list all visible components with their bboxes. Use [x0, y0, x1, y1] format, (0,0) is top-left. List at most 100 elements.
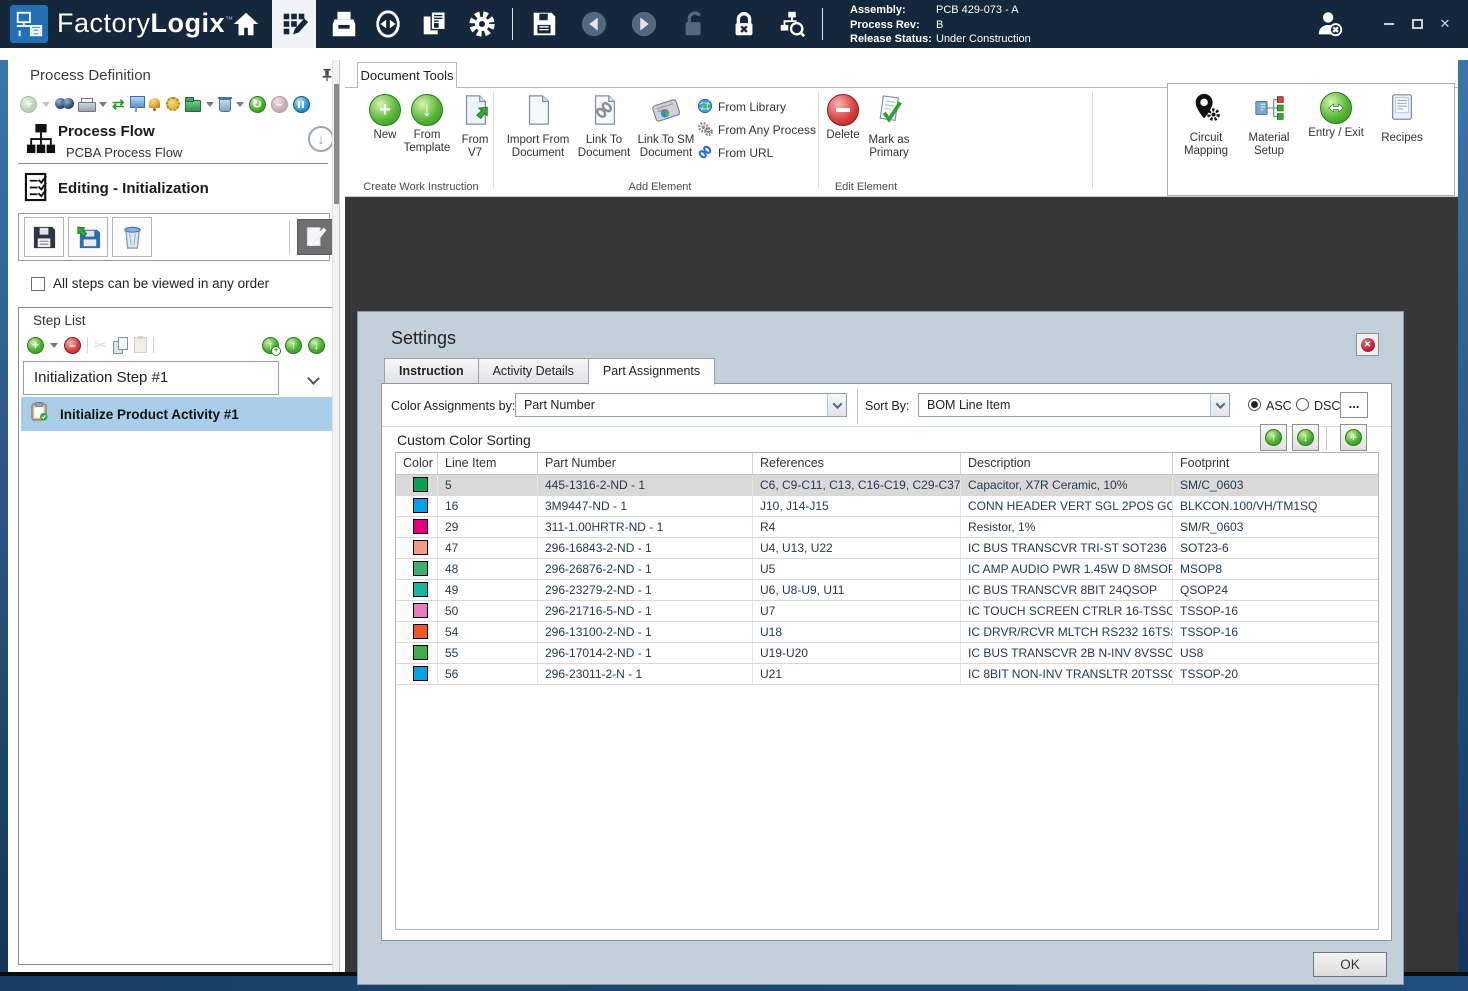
- material-setup-button[interactable]: Material Setup: [1238, 92, 1300, 158]
- asc-radio[interactable]: [1248, 398, 1261, 411]
- add-step-icon[interactable]: +: [27, 336, 44, 354]
- discard-trash-button[interactable]: [112, 217, 152, 257]
- any-order-checkbox[interactable]: [31, 277, 45, 291]
- remove-step-icon[interactable]: –: [64, 336, 81, 354]
- save-import-button[interactable]: [68, 217, 108, 257]
- dialog-close-button[interactable]: ✕: [1356, 333, 1379, 356]
- add-color-button[interactable]: +: [1340, 424, 1367, 451]
- process-definition-icon[interactable]: [272, 0, 316, 48]
- reports-icon[interactable]: [418, 8, 450, 40]
- table-row[interactable]: 54 296-13100-2-ND - 1 U18 IC DRVR/RCVR MLTC…: [396, 622, 1378, 643]
- production-icon[interactable]: [328, 8, 360, 40]
- sort-down-button[interactable]: ↓: [1292, 424, 1319, 451]
- circuit-mapping-button[interactable]: Circuit Mapping: [1174, 92, 1238, 158]
- color-swatch[interactable]: [413, 498, 428, 513]
- color-swatch[interactable]: [413, 624, 428, 639]
- export-icon[interactable]: [184, 96, 201, 112]
- link-to-sm-document-button[interactable]: Link To SM Document: [631, 94, 701, 160]
- process-search-icon[interactable]: [776, 8, 808, 40]
- from-library-link[interactable]: From Library: [697, 98, 786, 116]
- color-swatch[interactable]: [413, 519, 428, 534]
- pause-icon[interactable]: [292, 95, 310, 113]
- link-to-document-button[interactable]: Link To Document: [569, 94, 639, 160]
- col-references[interactable]: References: [753, 453, 961, 474]
- export-dropdown-icon[interactable]: [205, 101, 214, 107]
- lock-icon[interactable]: [728, 8, 760, 40]
- delete-icon[interactable]: [217, 97, 232, 112]
- add-dropdown-icon[interactable]: [42, 101, 50, 107]
- signoff-icon[interactable]: [129, 95, 145, 113]
- table-row[interactable]: 16 3M9447-ND - 1 J10, J14-J15 CONN HEADER V…: [396, 496, 1378, 517]
- step-name-input[interactable]: Initialization Step #1: [23, 361, 279, 395]
- user-logout-icon[interactable]: [1312, 6, 1348, 42]
- table-row[interactable]: 49 296-23279-2-ND - 1 U6, U8-U9, U11 IC BUS…: [396, 580, 1378, 601]
- activity-list-item[interactable]: Initialize Product Activity #1: [21, 397, 333, 431]
- table-row[interactable]: 55 296-17014-2-ND - 1 U19-U20 IC BUS TRANSC…: [396, 643, 1378, 664]
- recipes-button[interactable]: Recipes: [1372, 92, 1432, 145]
- find-icon[interactable]: [55, 98, 74, 110]
- from-url-link[interactable]: From URL: [697, 144, 773, 162]
- color-swatch[interactable]: [413, 582, 428, 597]
- shuffle-icon[interactable]: ⇄: [112, 95, 125, 113]
- sync-icon[interactable]: [372, 8, 404, 40]
- delete-dropdown-icon[interactable]: [235, 101, 244, 107]
- forward-icon[interactable]: [628, 8, 660, 40]
- tab-document-tools[interactable]: Document Tools: [357, 62, 457, 88]
- move-up-icon[interactable]: ↑: [285, 336, 302, 354]
- table-row[interactable]: 50 296-21716-5-ND - 1 U7 IC TOUCH SCREEN CT…: [396, 601, 1378, 622]
- color-swatch[interactable]: [413, 477, 428, 492]
- print-icon[interactable]: [78, 97, 96, 112]
- table-row[interactable]: 29 311-1.00HRTR-ND - 1 R4 Resistor, 1% SM/R_…: [396, 517, 1378, 538]
- tab-activity-details[interactable]: Activity Details: [477, 358, 588, 384]
- tab-part-assignments[interactable]: Part Assignments: [587, 358, 716, 385]
- sort-up-button[interactable]: ↑: [1260, 424, 1287, 451]
- paste-icon[interactable]: [133, 336, 147, 353]
- color-swatch[interactable]: [413, 561, 428, 576]
- print-dropdown-icon[interactable]: [99, 101, 107, 107]
- collapse-arrow-icon[interactable]: ↓: [308, 126, 334, 152]
- col-footprint[interactable]: Footprint: [1173, 453, 1378, 474]
- cut-icon[interactable]: ✂: [94, 336, 107, 354]
- configure-icon[interactable]: [165, 97, 180, 111]
- color-swatch[interactable]: [413, 603, 428, 618]
- col-description[interactable]: Description: [961, 453, 1173, 474]
- add-step-dropdown-icon[interactable]: [50, 342, 58, 348]
- copy-icon[interactable]: [112, 337, 128, 354]
- dsc-radio[interactable]: [1296, 398, 1309, 411]
- remove-icon[interactable]: –: [270, 95, 288, 113]
- table-row[interactable]: 47 296-16843-2-ND - 1 U4, U13, U22 IC BUS T…: [396, 538, 1378, 559]
- edit-document-button[interactable]: [297, 219, 333, 255]
- import-from-document-button[interactable]: Import From Document: [501, 94, 575, 160]
- more-options-button[interactable]: ...: [1340, 392, 1368, 418]
- ok-button[interactable]: OK: [1313, 952, 1387, 977]
- close-button[interactable]: ✕: [1434, 14, 1456, 34]
- from-any-process-link[interactable]: From Any Process: [697, 121, 816, 139]
- minimize-button[interactable]: [1378, 14, 1400, 34]
- panel-scrollbar[interactable]: [332, 60, 339, 972]
- unlock-icon[interactable]: [678, 8, 710, 40]
- col-part-number[interactable]: Part Number: [538, 453, 753, 474]
- color-swatch[interactable]: [413, 540, 428, 555]
- settings-gear-icon[interactable]: [466, 8, 498, 40]
- back-icon[interactable]: [578, 8, 610, 40]
- add-icon[interactable]: +: [20, 95, 37, 113]
- from-v7-button[interactable]: From V7: [443, 94, 507, 160]
- chevron-down-icon[interactable]: [307, 372, 320, 385]
- table-row[interactable]: 56 296-23011-2-N - 1 U21 IC 8BIT NON-INV TR…: [396, 664, 1378, 685]
- save-icon[interactable]: [528, 8, 560, 40]
- notification-icon[interactable]: [148, 97, 161, 112]
- scrollbar-thumb[interactable]: [334, 84, 339, 204]
- col-line-item[interactable]: Line Item: [438, 453, 538, 474]
- maximize-button[interactable]: [1406, 14, 1428, 34]
- color-assignments-select[interactable]: Part Number: [515, 393, 847, 417]
- color-swatch[interactable]: [413, 645, 428, 660]
- table-row[interactable]: 48 296-26876-2-ND - 1 U5 IC AMP AUDIO PWR 1…: [396, 559, 1378, 580]
- save-step-button[interactable]: [24, 217, 64, 257]
- home-icon[interactable]: [230, 8, 262, 40]
- move-down-icon[interactable]: ↓: [308, 336, 325, 354]
- table-row[interactable]: 5 445-1316-2-ND - 1 C6, C9-C11, C13, C16-C…: [396, 475, 1378, 496]
- col-color[interactable]: Color: [396, 453, 438, 474]
- move-up-add-icon[interactable]: ↑: [262, 336, 281, 356]
- refresh-icon[interactable]: ↻: [248, 95, 266, 113]
- sort-by-select[interactable]: BOM Line Item: [918, 393, 1230, 417]
